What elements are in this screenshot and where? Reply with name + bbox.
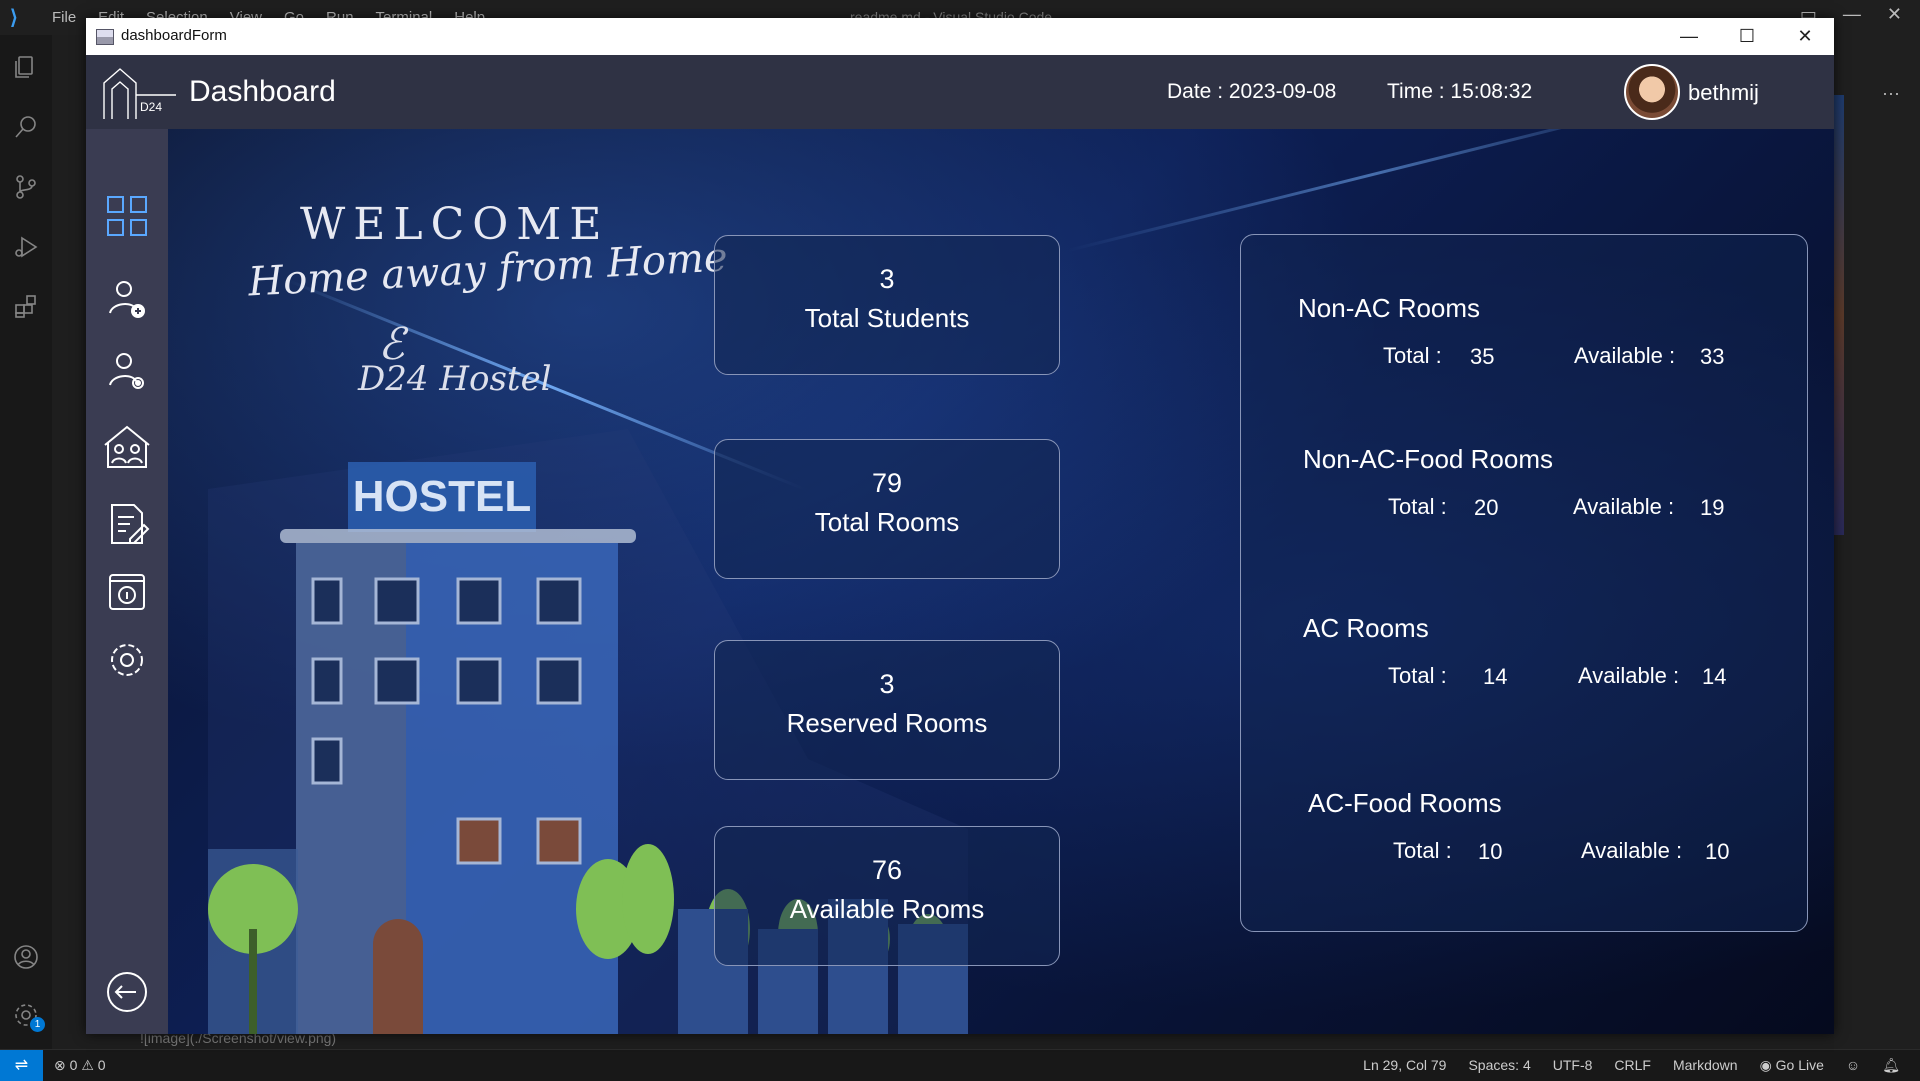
error-icon: ⊗ <box>54 1057 66 1073</box>
stat-value: 3 <box>879 669 895 699</box>
close-icon[interactable]: ✕ <box>1887 4 1902 25</box>
available-value: 33 <box>1700 344 1725 369</box>
reservation-edit-icon[interactable] <box>100 497 154 551</box>
svg-text:HOSTEL: HOSTEL <box>353 472 531 521</box>
room-type-title: AC-Food Rooms <box>1308 788 1502 818</box>
warning-icon: ⚠ <box>81 1057 94 1073</box>
notifications-bell-icon[interactable]: 🔔︎ <box>1882 1057 1900 1074</box>
total-value: 10 <box>1478 839 1503 864</box>
available-label: Available : <box>1573 494 1675 519</box>
window-titlebar: dashboardForm — ☐ ✕ <box>86 18 1834 55</box>
vscode-logo-icon: ⟩ <box>10 7 18 29</box>
stat-label: Available Rooms <box>789 894 985 924</box>
go-live-button[interactable]: ◉ Go Live <box>1760 1057 1824 1074</box>
minimize-icon[interactable]: — <box>1843 4 1861 25</box>
stat-value: 3 <box>879 264 895 294</box>
total-value: 14 <box>1483 664 1508 689</box>
stat-value: 79 <box>871 468 903 498</box>
explorer-icon[interactable] <box>12 53 40 81</box>
encoding[interactable]: UTF-8 <box>1553 1057 1593 1074</box>
available-value: 19 <box>1700 495 1725 520</box>
total-label: Total : <box>1388 663 1447 688</box>
page-title: Dashboard <box>189 75 336 108</box>
vscode-status-bar: ⇌ ⊗ 0 ⚠ 0 Ln 29, Col 79 Spaces: 4 UTF-8 … <box>0 1049 1920 1081</box>
broadcast-icon: ◉ <box>1759 1057 1772 1073</box>
stat-label: Total Students <box>804 303 970 333</box>
info-window-icon[interactable] <box>100 565 154 619</box>
window-title: dashboardForm <box>121 27 227 44</box>
total-students-card: 3 Total Students <box>714 235 1060 375</box>
total-rooms-card: 79 Total Rooms <box>714 439 1060 579</box>
dashboard-grid-icon[interactable] <box>100 189 154 243</box>
sidebar-nav <box>86 129 168 1034</box>
maximize-button[interactable]: ☐ <box>1718 18 1776 55</box>
problems-indicator[interactable]: ⊗ 0 ⚠ 0 <box>54 1057 106 1074</box>
date-display: Date : 2023-09-08 <box>1167 80 1336 104</box>
available-value: 10 <box>1705 839 1730 864</box>
settings-badge: 1 <box>30 1017 45 1032</box>
room-types-panel: Non-AC Rooms Total : 35 Available : 33 N… <box>1240 234 1808 932</box>
reserved-rooms-card: 3 Reserved Rooms <box>714 640 1060 780</box>
available-value: 14 <box>1702 664 1727 689</box>
settings-gear-icon[interactable] <box>100 633 154 687</box>
rooms-icon[interactable] <box>100 419 154 473</box>
time-value: 15:08:32 <box>1450 80 1533 103</box>
source-control-icon[interactable] <box>12 173 40 201</box>
room-type-title: Non-AC Rooms <box>1298 293 1481 323</box>
room-type-title: Non-AC-Food Rooms <box>1303 444 1553 474</box>
feedback-icon[interactable]: ☺ <box>1846 1057 1860 1074</box>
date-label: Date : <box>1167 80 1224 103</box>
svg-text:D24: D24 <box>140 100 162 114</box>
more-actions-icon[interactable]: ··· <box>1882 83 1900 104</box>
dashboard-header: D24 Dashboard Date : 2023-09-08 Time : 1… <box>86 55 1834 129</box>
cursor-position[interactable]: Ln 29, Col 79 <box>1363 1057 1446 1074</box>
available-label: Available : <box>1578 663 1680 688</box>
close-button[interactable]: ✕ <box>1776 18 1834 55</box>
date-value: 2023-09-08 <box>1228 80 1337 103</box>
vscode-editor-edge: ··· <box>1834 35 1920 1049</box>
minimize-button[interactable]: — <box>1660 18 1718 55</box>
run-debug-icon[interactable] <box>12 233 40 261</box>
hostel-logo: D24 <box>100 65 180 121</box>
available-label: Available : <box>1581 838 1683 863</box>
available-rooms-card: 76 Available Rooms <box>714 826 1060 966</box>
indentation[interactable]: Spaces: 4 <box>1468 1057 1530 1074</box>
dashboard-content: WELCOME Home away from Home ℰ D24 Hostel… <box>168 129 1834 1034</box>
manage-gear-icon[interactable]: 1 <box>12 1001 45 1032</box>
available-label: Available : <box>1574 343 1676 368</box>
time-display: Time : 15:08:32 <box>1387 80 1532 104</box>
remote-icon[interactable]: ⇌ <box>0 1050 43 1081</box>
total-label: Total : <box>1393 838 1452 863</box>
total-value: 35 <box>1470 344 1495 369</box>
total-value: 20 <box>1474 495 1499 520</box>
total-label: Total : <box>1388 494 1447 519</box>
username: bethmij <box>1688 80 1759 105</box>
search-icon[interactable] <box>12 113 40 141</box>
brand-signature: D24 Hostel <box>358 359 552 399</box>
add-student-icon[interactable] <box>100 273 154 327</box>
user-avatar[interactable] <box>1624 64 1680 120</box>
menu-file[interactable]: File <box>52 9 76 26</box>
logout-icon[interactable] <box>100 965 154 1019</box>
vscode-activity-bar: 1 <box>0 35 52 1049</box>
time-label: Time : <box>1387 80 1445 103</box>
total-label: Total : <box>1383 343 1442 368</box>
minimap-strip <box>1834 95 1844 535</box>
language-mode[interactable]: Markdown <box>1673 1057 1738 1074</box>
room-type-title: AC Rooms <box>1303 613 1429 643</box>
stat-label: Reserved Rooms <box>786 708 988 738</box>
warning-count: 0 <box>97 1057 106 1073</box>
account-icon[interactable] <box>12 943 40 971</box>
error-count: 0 <box>69 1057 78 1073</box>
window-app-icon <box>96 29 114 45</box>
go-live-label: Go Live <box>1775 1057 1824 1073</box>
manage-student-icon[interactable] <box>100 345 154 399</box>
end-of-line[interactable]: CRLF <box>1614 1057 1651 1074</box>
extensions-icon[interactable] <box>12 293 40 321</box>
dashboard-window: dashboardForm — ☐ ✕ D24 Dashboard Date :… <box>86 18 1834 1034</box>
stat-label: Total Rooms <box>814 507 960 537</box>
stat-value: 76 <box>871 855 903 885</box>
